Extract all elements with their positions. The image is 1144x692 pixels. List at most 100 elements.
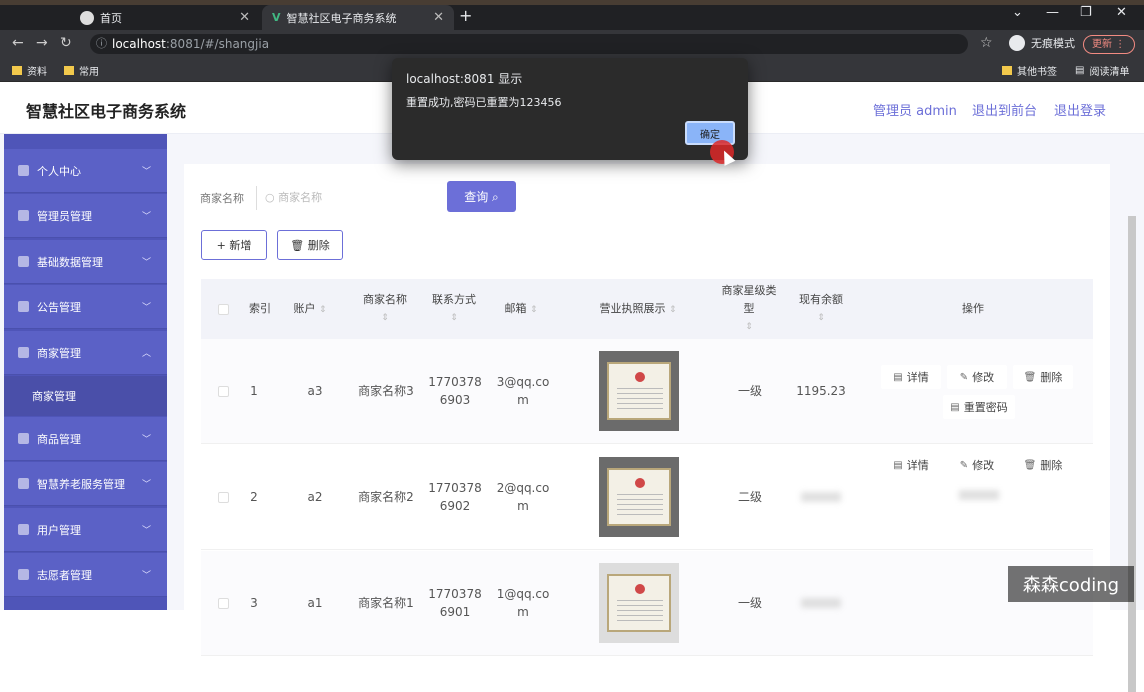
close-icon[interactable]: ✕ <box>239 10 250 25</box>
sidebar-item-admins[interactable]: 管理员管理 ﹀ <box>4 194 167 238</box>
cell-license[interactable] <box>597 445 681 549</box>
sidebar-item-elderly-care[interactable]: 智慧养老服务管理 ﹀ <box>4 462 167 506</box>
column-header-star[interactable]: 商家星级类型 ⇕ <box>721 279 777 339</box>
folder-icon <box>12 66 22 75</box>
cell-phone: 17703786903 <box>428 375 482 407</box>
license-image[interactable] <box>599 457 679 537</box>
logout-link[interactable]: 退出登录 <box>1054 100 1106 119</box>
sidebar-item-label: 公告管理 <box>37 300 81 314</box>
admin-label: 管理员 admin <box>873 104 957 119</box>
batch-delete-button[interactable]: 🗑 删除 <box>277 230 343 260</box>
cell-star: 一级 <box>737 596 762 610</box>
folder-icon <box>1002 66 1012 75</box>
cell-license[interactable] <box>597 551 681 655</box>
sort-icon: ⇕ <box>668 304 677 315</box>
restore-icon[interactable]: ❐ <box>1080 5 1092 20</box>
tab-label: 首页 <box>100 11 122 25</box>
reset-password-button[interactable]: ▤ 重置密码 <box>943 395 1015 419</box>
chevron-down-icon: ﹀ <box>141 258 151 268</box>
reading-list[interactable]: ▤ 阅读清单 <box>1075 63 1129 78</box>
incognito-label: 无痕模式 <box>1031 37 1075 50</box>
column-header-phone[interactable]: 联系方式 ⇕ <box>425 279 483 339</box>
users-icon <box>18 524 29 535</box>
query-button[interactable]: 查询 ⌕ <box>447 181 516 212</box>
sidebar-item-users[interactable]: 用户管理 ﹀ <box>4 508 167 552</box>
sidebar-item-products[interactable]: 商品管理 ﹀ <box>4 417 167 461</box>
dialog-message: 重置成功,密码已重置为123456 <box>406 96 562 109</box>
column-header-name[interactable]: 商家名称 ⇕ <box>349 279 421 339</box>
detail-icon: ▤ <box>893 371 903 383</box>
cell-phone: 17703786902 <box>428 481 482 513</box>
bookmark-folder[interactable]: 常用 <box>64 63 99 78</box>
bookmark-star-icon[interactable]: ☆ <box>980 35 993 51</box>
edit-button[interactable]: ✎ 修改 <box>947 453 1007 477</box>
delete-button[interactable]: 🗑 删除 <box>1013 365 1073 389</box>
cell-index: 2 <box>250 490 258 504</box>
new-tab-icon[interactable]: + <box>459 6 472 25</box>
chevron-up-icon: ︿ <box>141 349 151 359</box>
row-checkbox[interactable] <box>213 339 233 443</box>
sidebar-item-volunteers[interactable]: 志愿者管理 ﹀ <box>4 553 167 597</box>
cell-email: 1@qq.com <box>496 587 550 619</box>
column-header-balance[interactable]: 现有余额 ⇕ <box>791 279 851 339</box>
bookmark-label: 其他书签 <box>1017 67 1057 78</box>
reset-password-button-blurred[interactable] <box>943 483 1015 507</box>
browser-tab-bar: 首页 ✕ V 智慧社区电子商务系统 ✕ + ⌄ — ❐ ✕ <box>0 0 1144 30</box>
window-close-icon[interactable]: ✕ <box>1116 5 1127 20</box>
dialog-title: localhost:8081 显示 <box>406 72 523 86</box>
cell-email: 2@qq.com <box>496 481 550 513</box>
bookmark-folder[interactable]: 其他书签 <box>1002 63 1057 78</box>
license-image[interactable] <box>599 563 679 643</box>
close-icon[interactable]: ✕ <box>433 10 444 25</box>
back-to-front-link[interactable]: 退出到前台 <box>972 100 1037 119</box>
info-icon[interactable]: ⓘ <box>96 34 107 54</box>
browser-tab-active[interactable]: V 智慧社区电子商务系统 ✕ <box>262 5 454 30</box>
column-header-account[interactable]: 账户 ⇕ <box>285 279 335 339</box>
sidebar-item-label: 个人中心 <box>37 164 81 178</box>
cell-index: 1 <box>250 384 258 398</box>
sidebar-item-label: 管理员管理 <box>37 209 92 223</box>
sidebar-item-label: 商品管理 <box>37 432 81 446</box>
column-header-email[interactable]: 邮箱 ⇕ <box>491 279 551 339</box>
cell-balance-blurred <box>799 445 843 549</box>
cell-license[interactable] <box>597 339 681 443</box>
sidebar-item-personal[interactable]: 个人中心 ﹀ <box>4 149 167 193</box>
back-icon[interactable]: ← <box>12 35 24 51</box>
user-icon <box>18 165 29 176</box>
page-scrollbar[interactable] <box>1128 216 1136 692</box>
trash-icon: 🗑 <box>1023 459 1037 471</box>
add-button[interactable]: + 新增 <box>201 230 267 260</box>
reload-icon[interactable]: ↻ <box>60 35 72 51</box>
table-row: 3 a1 商家名称1 17703786901 1@qq.com 一级 <box>201 551 1093 656</box>
sidebar-item-notices[interactable]: 公告管理 ﹀ <box>4 285 167 329</box>
bookmark-folder[interactable]: 资料 <box>12 63 47 78</box>
chevron-down-icon: ﹀ <box>141 435 151 445</box>
chevron-down-icon[interactable]: ⌄ <box>1012 5 1023 20</box>
row-checkbox[interactable] <box>213 551 233 655</box>
forward-icon[interactable]: → <box>36 35 48 51</box>
row-checkbox[interactable] <box>213 445 233 549</box>
select-all-checkbox[interactable] <box>213 279 233 339</box>
update-button[interactable]: 更新 ⋮ <box>1083 35 1135 54</box>
sort-icon: ⇕ <box>381 313 389 323</box>
detail-button[interactable]: ▤ 详情 <box>881 365 941 389</box>
search-input[interactable]: ○ 商家名称 <box>256 186 436 210</box>
goods-icon <box>18 433 29 444</box>
sidebar-item-basic-data[interactable]: 基础数据管理 ﹀ <box>4 240 167 284</box>
chevron-down-icon: ﹀ <box>141 303 151 313</box>
browser-tab-home[interactable]: 首页 ✕ <box>70 5 260 30</box>
delete-button[interactable]: 🗑 删除 <box>1013 453 1073 477</box>
search-label: 商家名称 <box>200 192 244 205</box>
minimize-icon[interactable]: — <box>1046 5 1059 20</box>
detail-button[interactable]: ▤ 详情 <box>881 453 941 477</box>
incognito-indicator[interactable]: 无痕模式 <box>1009 35 1075 51</box>
cell-star: 二级 <box>737 490 762 504</box>
url-input[interactable]: ⓘ localhost:8081/#/shangjia <box>90 34 968 54</box>
license-image[interactable] <box>599 351 679 431</box>
sidebar-subitem-merchants[interactable]: 商家管理 <box>4 376 167 416</box>
sidebar-item-merchants[interactable]: 商家管理 ︿ <box>4 331 167 375</box>
edit-button[interactable]: ✎ 修改 <box>947 365 1007 389</box>
bookmark-label: 资料 <box>27 67 47 78</box>
column-header-license[interactable]: 营业执照展示 ⇕ <box>583 279 693 339</box>
cell-name: 商家名称3 <box>358 384 414 398</box>
